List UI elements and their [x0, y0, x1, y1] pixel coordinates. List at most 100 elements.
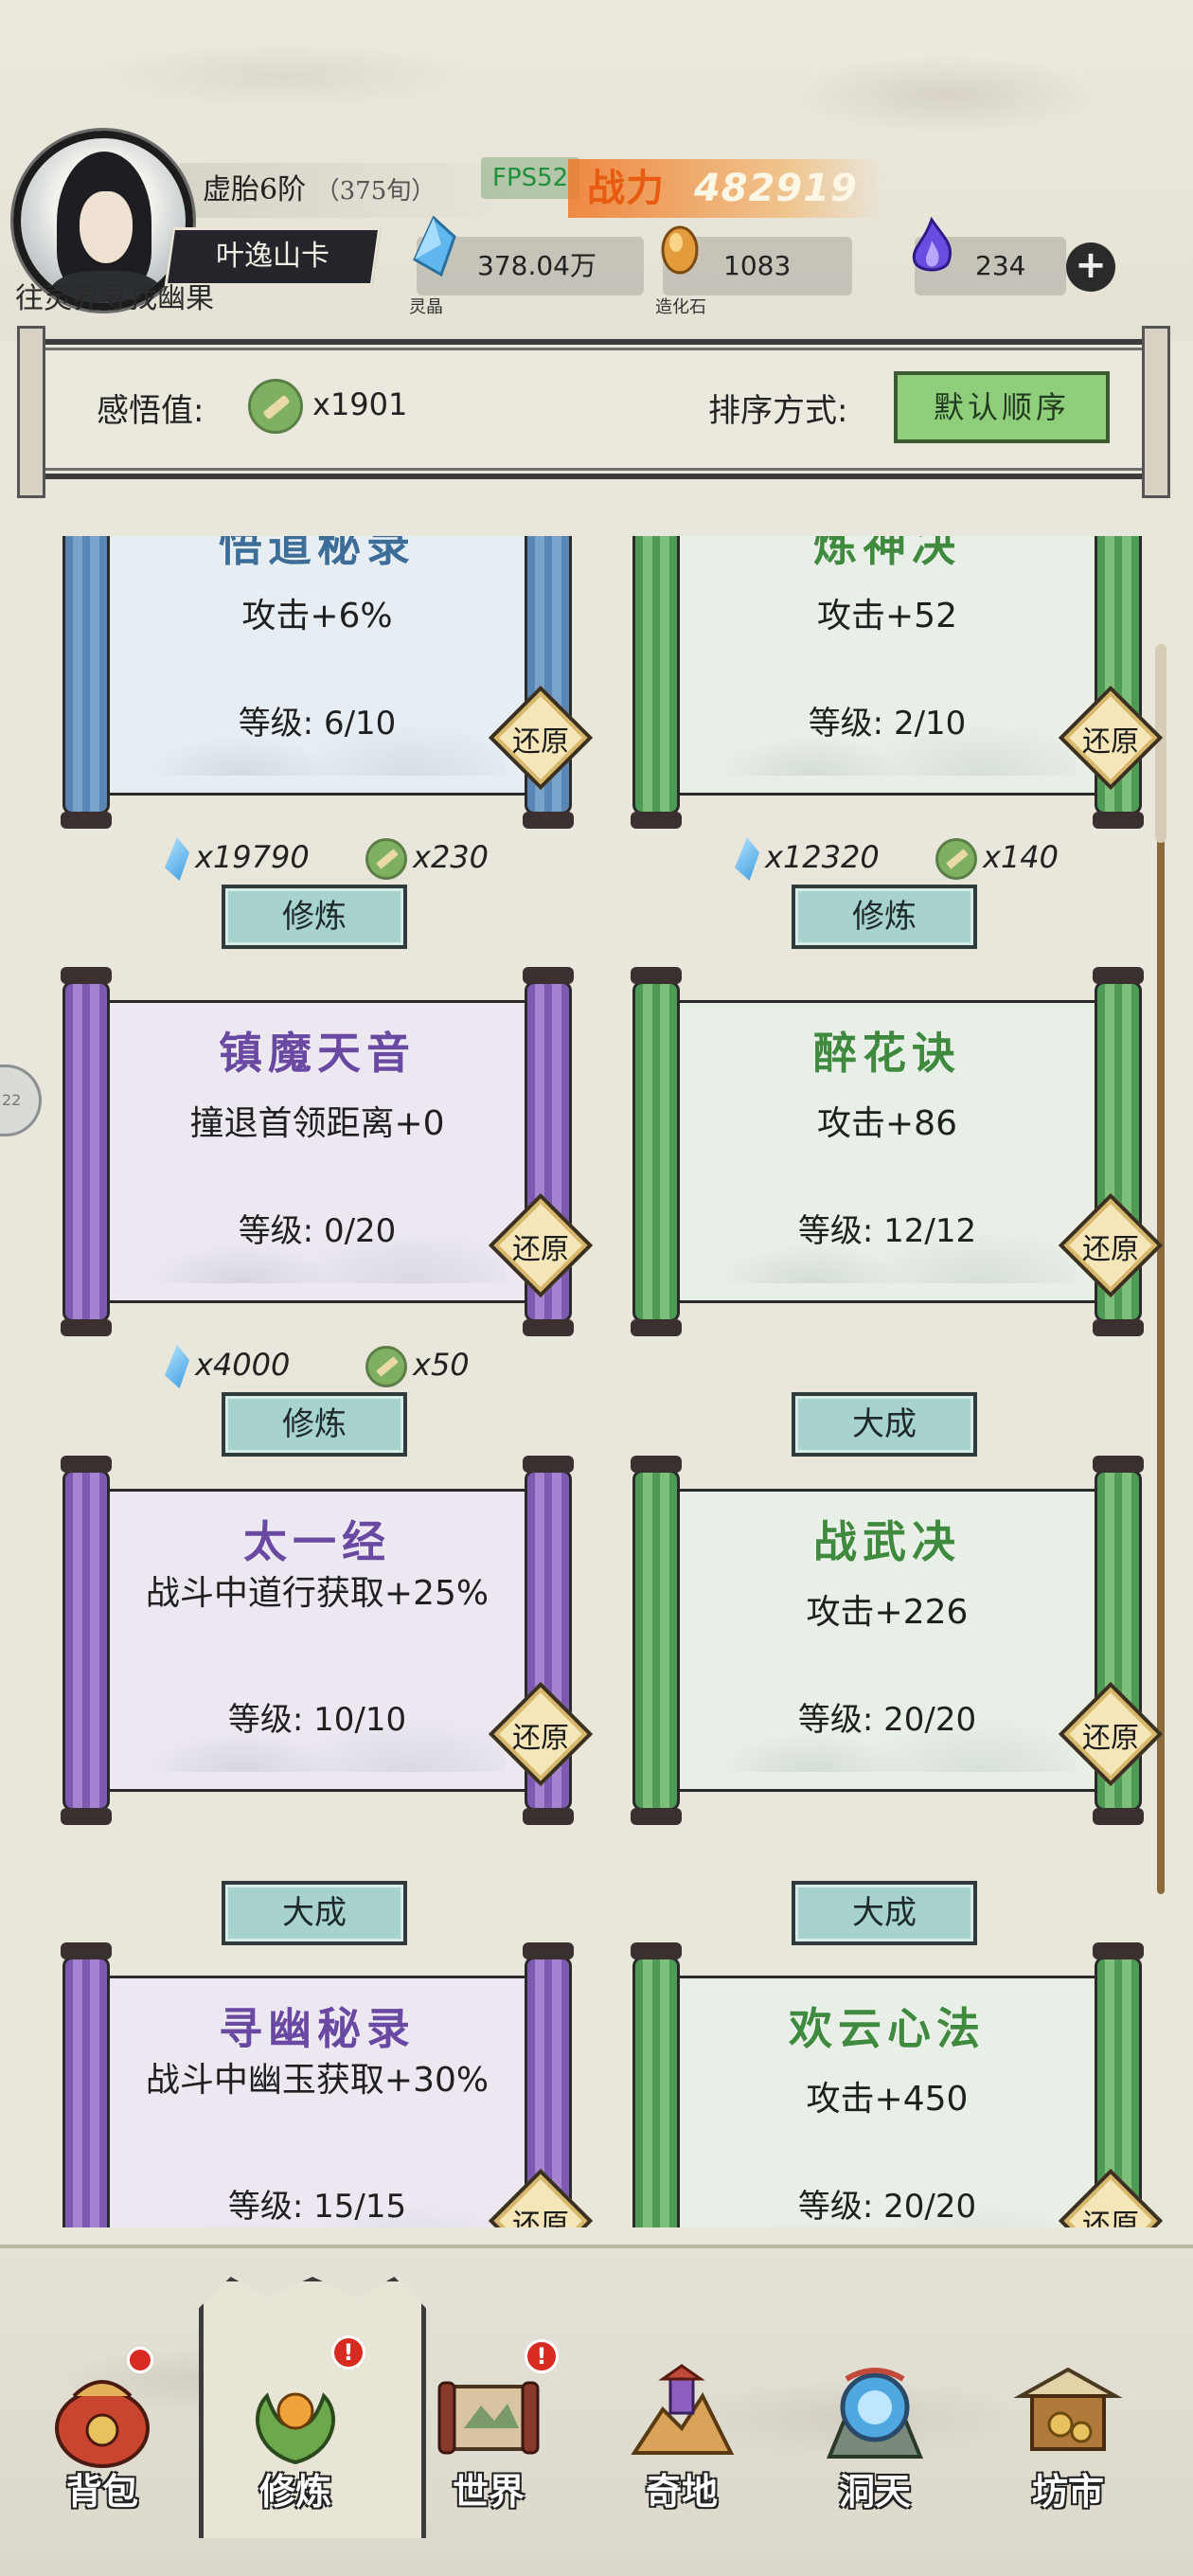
crystal-cost: x4000	[165, 1341, 290, 1388]
restore-button[interactable]: 还原	[1058, 1192, 1164, 1298]
skill-card[interactable]: 镇魔天音 撞退首领距离+0 等级: 0/20 还原 x4000 x50 修炼	[61, 967, 594, 1457]
resource-spirit-crystal[interactable]: 灵晶 378.04万	[409, 216, 644, 317]
skill-card[interactable]: 太一经 战斗中道行获取+25% 等级: 10/10 还原 大成	[61, 1456, 594, 1945]
insight-scroll-icon	[248, 379, 303, 434]
nav-cultivation[interactable]: 修炼 !	[199, 2277, 426, 2567]
scroll-rod-left	[631, 967, 682, 1336]
skill-level: 等级: 0/20	[238, 1212, 397, 1250]
insight-scroll-icon	[365, 1346, 407, 1387]
nav-wonderland[interactable]: 奇地	[596, 2339, 767, 2567]
crystal-icon	[165, 1345, 189, 1388]
cost-row: x19790 x230	[62, 833, 593, 881]
wonderland-icon	[631, 2364, 735, 2455]
scroll-rod-left	[61, 1942, 112, 2227]
restore-button[interactable]: 还原	[1058, 1681, 1164, 1787]
skill-effect: 攻击+6%	[241, 597, 393, 635]
scroll-cost: x50	[365, 1341, 470, 1388]
skill-effect: 攻击+86	[817, 1104, 957, 1143]
realm-text: 虚胎6阶	[203, 173, 307, 206]
player-name-plate[interactable]: 叶逸山卡	[164, 227, 382, 286]
restore-label: 还原	[1082, 2209, 1139, 2227]
age-text: （375旬）	[314, 177, 436, 206]
skill-level: 等级: 20/20	[797, 1701, 977, 1739]
scroll-cost-value: x50	[413, 1347, 470, 1383]
crystal-cost-value: x4000	[195, 1347, 291, 1383]
nav-label: 奇地	[645, 2470, 718, 2513]
skill-list[interactable]: 悟道秘录 攻击+6% 等级: 6/10 还原 x19790 x230 修炼 炼神…	[0, 536, 1193, 2227]
skill-title: 欢云心法	[789, 2003, 986, 2054]
player-name: 叶逸山卡	[216, 240, 329, 273]
skill-effect: 攻击+226	[806, 1593, 969, 1632]
resource-caption: 造化石	[655, 297, 706, 317]
resource-value: 234	[975, 250, 1026, 281]
crystal-icon	[735, 837, 759, 881]
spirit-crystal-icon	[413, 216, 456, 277]
cultivate-button[interactable]: 修炼	[222, 1392, 407, 1457]
scroll-cost: x230	[365, 833, 489, 881]
scroll-rod-left	[631, 1942, 682, 2227]
nav-world[interactable]: 世界 !	[403, 2339, 574, 2567]
cost-row: x12320 x140	[632, 833, 1163, 881]
nav-label: 坊市	[1031, 2470, 1104, 2513]
skill-effect: 攻击+450	[806, 2080, 969, 2119]
skill-card[interactable]: 悟道秘录 攻击+6% 等级: 6/10 还原 x19790 x230 修炼	[61, 536, 594, 949]
combat-power-label: 战力	[587, 166, 665, 210]
info-panel: 感悟值: x1901 排序方式: 默认顺序	[17, 326, 1170, 498]
skill-card[interactable]: 炼神决 攻击+52 等级: 2/10 还原 x12320 x140 修炼	[631, 536, 1164, 949]
cost-row: x4000 x50	[62, 1341, 593, 1388]
restore-button[interactable]: 还原	[488, 685, 594, 791]
creation-stone-icon	[661, 225, 699, 275]
insight-scroll-icon	[935, 838, 977, 880]
restore-button[interactable]: 还原	[1058, 2168, 1164, 2227]
skill-level: 等级: 15/15	[227, 2188, 407, 2226]
nav-cave[interactable]: 洞天	[790, 2339, 960, 2567]
scroll-cost-value: x230	[413, 839, 490, 875]
add-resource-button[interactable]: +	[1066, 242, 1115, 292]
mastered-button[interactable]: 大成	[792, 1881, 977, 1945]
cultivate-button[interactable]: 修炼	[222, 885, 407, 949]
restore-button[interactable]: 还原	[488, 1681, 594, 1787]
resource-value: 378.04万	[477, 250, 596, 281]
nav-market[interactable]: 坊市	[983, 2339, 1153, 2567]
quest-text: 往灵界寻找幽果	[15, 282, 214, 315]
restore-label: 还原	[512, 2209, 569, 2227]
skill-title: 寻幽秘录	[219, 2003, 416, 2054]
skill-level: 等级: 20/20	[797, 2188, 977, 2226]
resource-purple-flame[interactable]: 234	[912, 216, 1066, 295]
sort-order-button[interactable]: 默认顺序	[894, 371, 1110, 443]
resource-caption: 灵晶	[409, 297, 443, 317]
crystal-cost-value: x19790	[195, 839, 310, 875]
restore-label: 还原	[1082, 1233, 1139, 1266]
skill-card[interactable]: 战武决 攻击+226 等级: 20/20 还原 大成	[631, 1456, 1164, 1945]
skill-card[interactable]: 寻幽秘录 战斗中幽玉获取+30% 等级: 15/15 还原	[61, 1942, 594, 2227]
mastered-button[interactable]: 大成	[792, 1392, 977, 1457]
world-map-icon	[437, 2381, 540, 2455]
nav-bag[interactable]: 背包	[17, 2339, 187, 2567]
scroll-rod-left	[61, 967, 112, 1336]
restore-button[interactable]: 还原	[488, 2168, 594, 2227]
cultivate-button[interactable]: 修炼	[792, 885, 977, 949]
skill-card[interactable]: 醉花诀 攻击+86 等级: 12/12 还原 大成	[631, 967, 1164, 1457]
quest-tracker[interactable]: 往灵界寻找幽果	[0, 278, 312, 320]
scroll-rod-left	[631, 536, 682, 829]
mastered-button[interactable]: 大成	[222, 1881, 407, 1945]
resource-creation-stone[interactable]: 造化石 1083	[655, 225, 852, 317]
skill-level: 等级: 6/10	[238, 705, 397, 742]
crystal-cost: x19790	[165, 833, 310, 881]
bag-icon	[55, 2380, 150, 2468]
restore-label: 还原	[512, 725, 569, 759]
avatar-face	[80, 191, 133, 263]
restore-label: 还原	[512, 1722, 569, 1755]
restore-button[interactable]: 还原	[1058, 685, 1164, 791]
skill-effect: 撞退首领距离+0	[189, 1104, 445, 1143]
skill-level: 等级: 12/12	[797, 1212, 977, 1250]
skill-effect: 攻击+52	[817, 597, 957, 635]
scroll-paper	[110, 536, 525, 796]
scroll-paper	[680, 536, 1095, 796]
cave-portal-icon	[827, 2368, 923, 2459]
alert-badge: !	[525, 2339, 559, 2373]
restore-button[interactable]: 还原	[488, 1192, 594, 1298]
skill-card[interactable]: 欢云心法 攻击+450 等级: 20/20 还原	[631, 1942, 1164, 2227]
skill-title: 醉花诀	[813, 1028, 961, 1079]
skill-title: 悟道秘录	[219, 536, 416, 571]
